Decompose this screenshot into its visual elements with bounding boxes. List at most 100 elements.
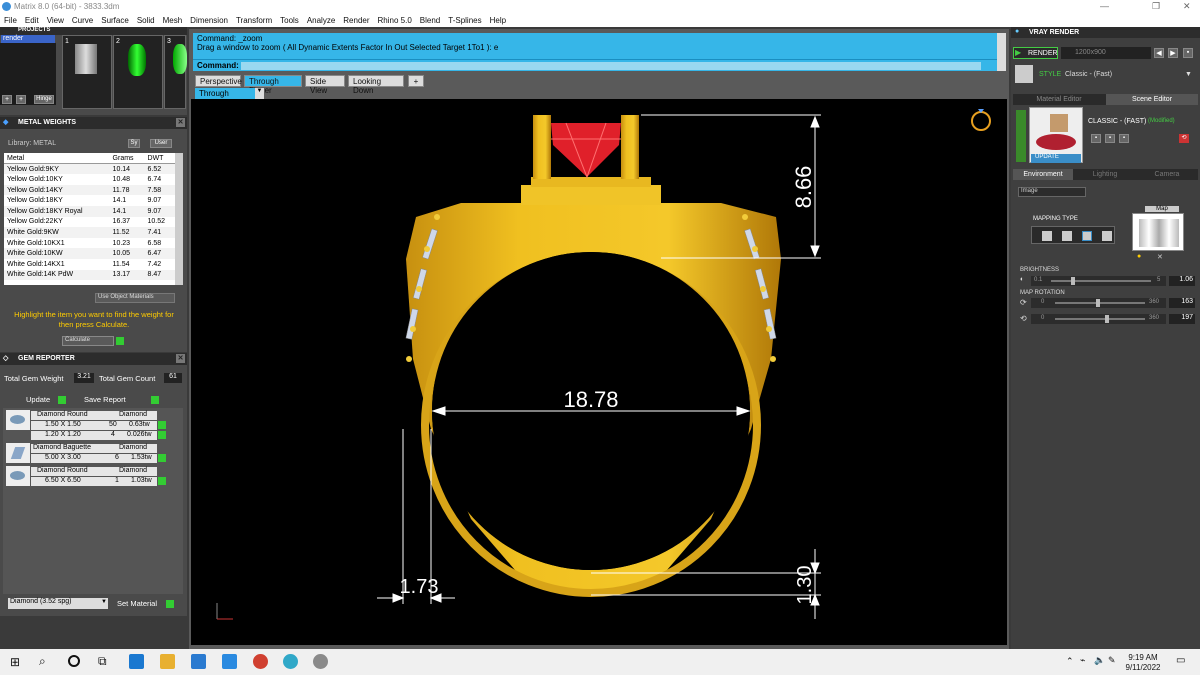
calculate-go-icon[interactable] — [116, 337, 124, 345]
use-object-materials[interactable]: Use Object Materials — [95, 293, 175, 303]
close-icon[interactable]: ✕ — [1183, 1, 1191, 12]
app-icon[interactable] — [283, 654, 298, 669]
table-row[interactable]: White Gold:9KW 11.52 7.41 — [4, 227, 175, 238]
table-row[interactable]: Yellow Gold:9KY 10.14 6.52 — [4, 163, 175, 175]
tab-camera[interactable]: Camera — [1137, 171, 1197, 178]
network-icon[interactable]: ⌁ — [1080, 655, 1085, 666]
prev-icon[interactable]: ◀ — [1154, 48, 1164, 58]
tab-environment[interactable]: Environment — [1013, 169, 1073, 180]
menu-rhino[interactable]: Rhino 5.0 — [374, 14, 416, 25]
menu-dimension[interactable]: Dimension — [186, 14, 232, 25]
gem-row-go-icon[interactable] — [158, 431, 166, 439]
table-row[interactable]: Yellow Gold:22KY 16.37 10.52 — [4, 216, 175, 228]
cortana-icon[interactable] — [68, 655, 80, 667]
save-icon[interactable]: ▪ — [1183, 48, 1193, 58]
scene-side-tab[interactable] — [1016, 110, 1026, 162]
resolution-field[interactable]: 1200x900 — [1061, 47, 1151, 59]
set-material-button[interactable]: Set Material — [117, 599, 157, 608]
project-thumb-1[interactable]: 1 — [62, 35, 112, 109]
close-metal-icon[interactable]: ✕ — [176, 118, 185, 127]
tab-scene-editor[interactable]: Scene Editor — [1106, 94, 1198, 105]
table-row[interactable]: White Gold:14KX1 11.54 7.42 — [4, 258, 175, 270]
style-value[interactable]: Classic - (Fast) — [1065, 71, 1112, 78]
project-thumb-3[interactable]: 3 — [164, 35, 187, 109]
update-go-icon[interactable] — [58, 396, 66, 404]
menu-help[interactable]: Help — [486, 14, 510, 25]
gem-group-row[interactable]: Diamond Round Diamond — [31, 467, 157, 476]
tab-looking-down[interactable]: Looking Down — [348, 75, 404, 95]
mapping-box-icon[interactable] — [1062, 231, 1072, 241]
gem-row-go-icon[interactable] — [158, 421, 166, 429]
tab-side-view[interactable]: Side View — [305, 75, 345, 95]
update-preview-button[interactable]: UPDATE — [1031, 154, 1081, 163]
sys-toggle[interactable]: Sy — [128, 139, 140, 148]
preset-save-icon[interactable]: ▪ — [1091, 134, 1101, 143]
mapping-sphere-icon[interactable] — [1102, 231, 1112, 241]
style-dropdown-icon[interactable]: ▼ — [1185, 71, 1192, 78]
col-metal[interactable]: Metal — [4, 153, 110, 165]
hinge-button[interactable]: Hinge — [34, 95, 54, 104]
search-icon[interactable]: ⌕ — [39, 654, 46, 669]
mail-icon[interactable] — [222, 654, 237, 669]
clock-date[interactable]: 9/11/2022 — [1121, 663, 1165, 672]
menu-render[interactable]: Render — [339, 14, 373, 25]
image-select[interactable]: Image — [1018, 187, 1086, 197]
pen-icon[interactable]: ✎ — [1108, 655, 1116, 666]
brightness-slider[interactable] — [1071, 277, 1075, 285]
update-button[interactable]: Update — [26, 395, 50, 404]
set-material-go-icon[interactable] — [166, 600, 174, 608]
menu-solid[interactable]: Solid — [133, 14, 159, 25]
add-project-button-2[interactable]: + — [16, 95, 26, 104]
gem-row-go-icon[interactable] — [158, 477, 166, 485]
menu-file[interactable]: File — [0, 14, 21, 25]
store-icon[interactable] — [191, 654, 206, 669]
notification-icon[interactable]: ▭ — [1176, 655, 1185, 666]
view-dropdown-icon[interactable]: ▼ — [255, 88, 264, 99]
windows-start-icon[interactable]: ⊞ — [10, 655, 20, 669]
maximize-icon[interactable]: ❐ — [1152, 1, 1160, 12]
add-view-button[interactable]: + — [408, 75, 424, 87]
material-select[interactable]: Diamond (3.52 spg) — [8, 598, 108, 609]
tray-chevron-icon[interactable]: ⌃ — [1066, 656, 1074, 667]
menu-analyze[interactable]: Analyze — [303, 14, 339, 25]
col-dwt[interactable]: DWT — [144, 153, 175, 165]
table-row[interactable]: White Gold:10KX1 10.23 6.58 — [4, 237, 175, 249]
map-preview[interactable] — [1132, 213, 1184, 251]
table-row[interactable]: White Gold:10KW 10.05 6.47 — [4, 248, 175, 259]
add-project-button[interactable]: + — [2, 95, 12, 104]
close-gem-icon[interactable]: ✕ — [176, 354, 185, 363]
menu-tsplines[interactable]: T-Splines — [444, 14, 485, 25]
gem-size-row[interactable]: 1.20 X 1.20 4 0.026tw — [31, 431, 157, 440]
menu-tools[interactable]: Tools — [276, 14, 303, 25]
table-row[interactable]: Yellow Gold:18KY Royal 14.1 9.07 — [4, 205, 175, 217]
next-icon[interactable]: ▶ — [1168, 48, 1178, 58]
table-row[interactable]: Yellow Gold:14KY 11.78 7.58 — [4, 184, 175, 196]
tab-perspective[interactable]: Perspective — [195, 75, 242, 87]
task-view-icon[interactable]: ⧉ — [98, 654, 107, 669]
mapping-cylinder-icon[interactable] — [1082, 231, 1092, 241]
command-scrollbar[interactable] — [997, 33, 1006, 71]
menu-surface[interactable]: Surface — [97, 14, 133, 25]
preset-open-icon[interactable]: ▪ — [1105, 134, 1115, 143]
gem-size-row[interactable]: 1.50 X 1.50 50 0.63tw — [31, 421, 157, 430]
file-explorer-icon[interactable] — [160, 654, 175, 669]
mapping-plane-icon[interactable] — [1042, 231, 1052, 241]
menu-edit[interactable]: Edit — [21, 14, 43, 25]
menu-view[interactable]: View — [43, 14, 68, 25]
minimize-icon[interactable]: — — [1100, 1, 1109, 11]
project-thumb-2[interactable]: 2 — [113, 35, 163, 109]
gem-group-row[interactable]: Diamond Round Diamond — [31, 411, 157, 420]
preset-reset-icon[interactable]: ⟲ — [1179, 134, 1189, 143]
brightness-value[interactable]: 1.06 — [1169, 276, 1195, 286]
menu-curve[interactable]: Curve — [68, 14, 97, 25]
table-row[interactable]: Yellow Gold:10KY 10.48 6.74 — [4, 174, 175, 185]
user-toggle[interactable]: User — [150, 139, 172, 148]
map-clear-icon[interactable]: ✕ — [1157, 253, 1163, 261]
active-view-label[interactable]: Through Finger — [195, 88, 255, 107]
gem-size-row[interactable]: 5.00 X 3.00 6 1.53tw — [31, 454, 157, 463]
tab-lighting[interactable]: Lighting — [1075, 171, 1135, 178]
menu-blend[interactable]: Blend — [416, 14, 444, 25]
matrix-taskbar-icon[interactable] — [313, 654, 328, 669]
preset-copy-icon[interactable]: ▪ — [1119, 134, 1129, 143]
map-light-icon[interactable]: ● — [1137, 253, 1141, 260]
